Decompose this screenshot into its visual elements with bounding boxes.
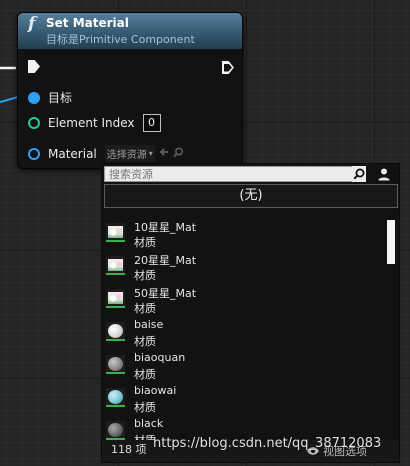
list-item[interactable]: biaoquan 材质 xyxy=(102,348,382,381)
asset-name: biaoquan xyxy=(134,351,186,364)
node-header[interactable]: f Set Material 目标是Primitive Component xyxy=(18,13,242,49)
user-icon[interactable] xyxy=(376,166,392,182)
list-item[interactable]: baise 材质 xyxy=(102,315,382,348)
arrow-left-icon[interactable] xyxy=(159,147,169,160)
asset-type: 材质 xyxy=(134,401,156,414)
asset-name: 50星星_Mat xyxy=(134,287,197,300)
search-icon[interactable] xyxy=(352,166,366,182)
node-title: Set Material xyxy=(46,16,129,30)
asset-select-dropdown[interactable]: 选择资源 ▾ xyxy=(104,145,155,162)
element-index-pin[interactable] xyxy=(28,117,40,129)
set-material-node[interactable]: f Set Material 目标是Primitive Component 目标… xyxy=(17,12,243,169)
list-item[interactable]: 50星星_Mat 材质 xyxy=(102,282,382,315)
target-pin[interactable] xyxy=(28,91,40,104)
function-icon: f xyxy=(28,14,36,34)
material-thumbnail xyxy=(106,256,125,275)
asset-name: biaowai xyxy=(134,384,177,397)
list-item[interactable]: biaowai 材质 xyxy=(102,381,382,414)
element-index-input[interactable]: 0 xyxy=(142,114,161,132)
material-thumbnail xyxy=(106,421,125,440)
asset-type: 材质 xyxy=(134,368,156,381)
asset-name: black xyxy=(134,417,164,430)
target-pin-row: 目标 xyxy=(28,89,72,106)
item-count: 118 项 xyxy=(111,443,147,456)
material-pin-row: Material 选择资源 ▾ xyxy=(28,145,184,162)
element-index-label: Element Index xyxy=(48,116,135,130)
asset-type: 材质 xyxy=(134,302,156,315)
material-pin[interactable] xyxy=(28,147,40,160)
watermark: https://blog.csdn.net/qq_38712083 xyxy=(153,436,382,451)
asset-type: 材质 xyxy=(134,236,156,249)
material-thumbnail xyxy=(106,322,125,341)
scrollbar-thumb[interactable] xyxy=(387,220,395,264)
search-input[interactable] xyxy=(104,166,366,182)
element-index-pin-row: Element Index 0 xyxy=(28,114,161,132)
none-option[interactable]: (无) xyxy=(104,184,398,208)
material-thumbnail xyxy=(106,355,125,374)
chevron-down-icon: ▾ xyxy=(148,149,153,158)
asset-name: baise xyxy=(134,318,164,331)
material-thumbnail xyxy=(106,289,125,308)
scrollbar[interactable] xyxy=(387,220,395,432)
asset-name: 20星星_Mat xyxy=(134,254,197,267)
material-thumbnail xyxy=(106,223,125,242)
material-label: Material xyxy=(48,146,97,161)
node-subtitle: 目标是Primitive Component xyxy=(46,33,195,46)
material-thumbnail xyxy=(106,388,125,407)
list-item[interactable]: 20星星_Mat 材质 xyxy=(102,249,382,282)
list-item[interactable]: 10星星_Mat 材质 xyxy=(102,216,382,249)
asset-select-label: 选择资源 xyxy=(106,150,147,161)
asset-name: 10星星_Mat xyxy=(134,221,197,234)
target-label: 目标 xyxy=(48,91,73,105)
asset-picker-popup: (无) 10星星_Mat 材质 20星星_Mat 材质 50星星_Mat 材质 … xyxy=(101,163,400,463)
asset-type: 材质 xyxy=(134,269,156,282)
search-row xyxy=(104,166,392,182)
exec-in-pin[interactable] xyxy=(28,60,40,73)
magnifier-icon[interactable] xyxy=(173,146,184,161)
asset-type: 材质 xyxy=(134,335,156,348)
